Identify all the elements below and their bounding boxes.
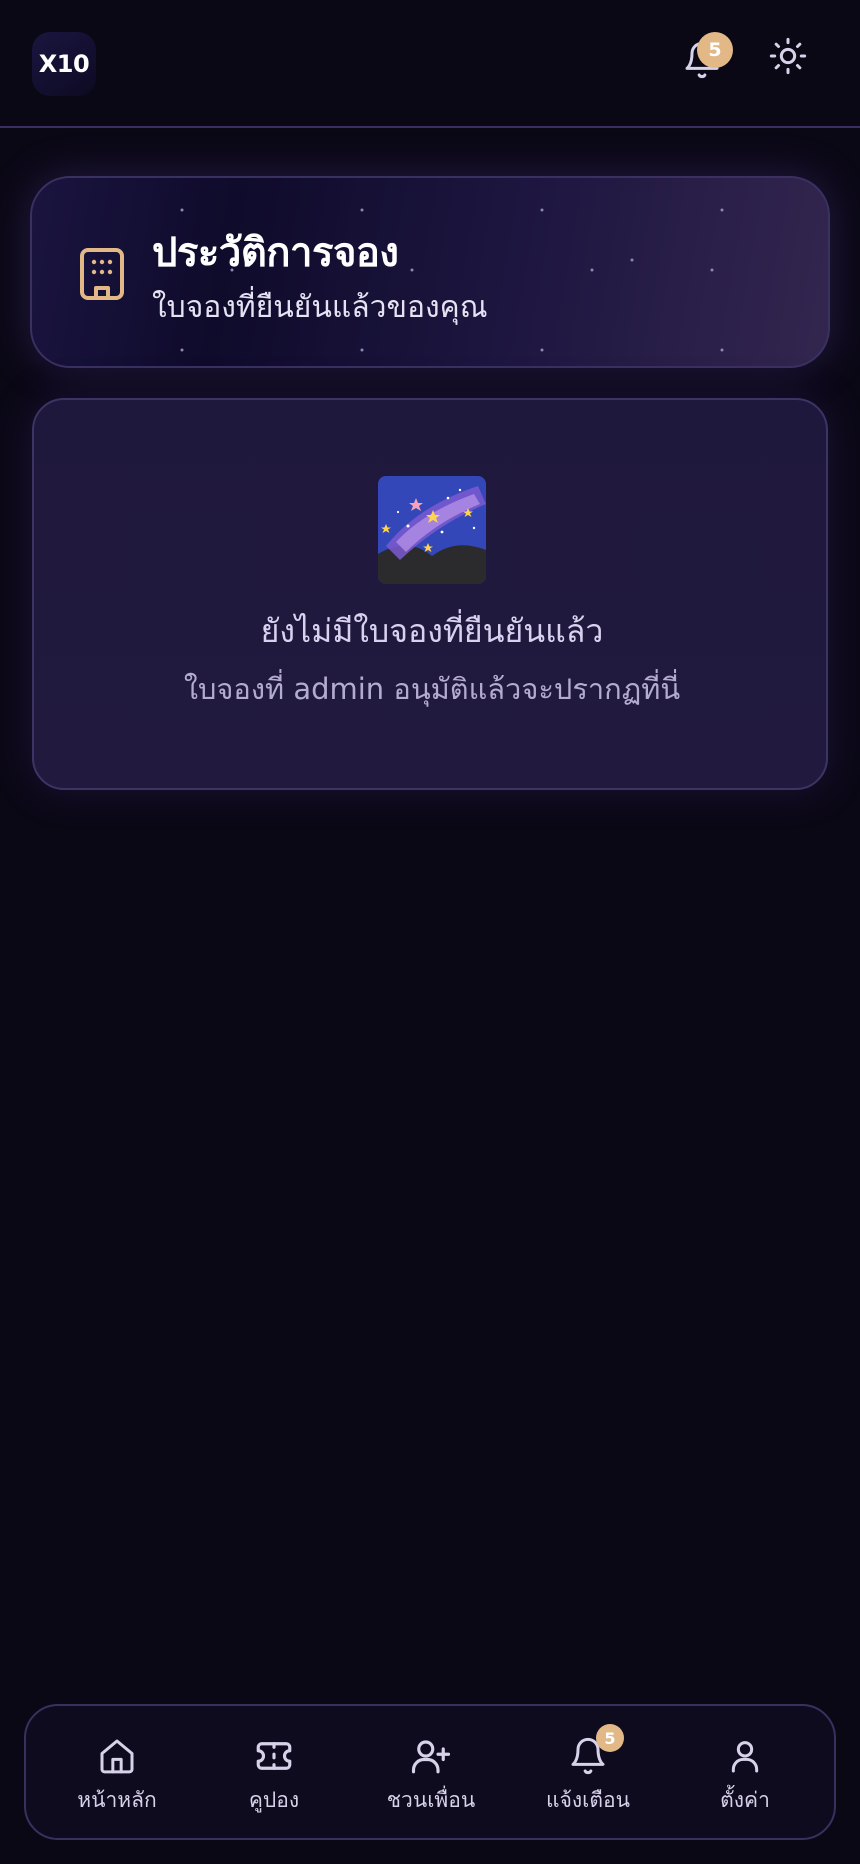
page: X10 5 ประวัติการจอง ใบจองที่ยืนยันแล้วขอ… bbox=[0, 0, 860, 1864]
sun-icon bbox=[769, 37, 807, 75]
nav-notification-badge: 5 bbox=[596, 1724, 624, 1752]
nav-item-coupons[interactable]: คูปอง bbox=[199, 1706, 349, 1842]
nav-item-notifications[interactable]: แจ้งเตือน bbox=[513, 1706, 663, 1842]
nav-label-settings: ตั้งค่า bbox=[720, 1788, 770, 1812]
app-logo-text: X10 bbox=[38, 50, 90, 78]
empty-state-title: ยังไม่มีใบจองที่ยืนยันแล้ว bbox=[260, 612, 604, 650]
theme-toggle-button[interactable] bbox=[764, 32, 812, 80]
nav-label-home: หน้าหลัก bbox=[77, 1788, 157, 1812]
page-title: ประวัติการจอง bbox=[152, 230, 399, 276]
bottom-navigation: หน้าหลัก คูปอง ชวนเพื่อน แจ้งเตือน 5 ตั้… bbox=[24, 1704, 836, 1840]
user-plus-icon bbox=[411, 1740, 451, 1774]
nav-label-coupons: คูปอง bbox=[248, 1788, 300, 1812]
milky-way-image bbox=[378, 476, 486, 584]
page-subtitle: ใบจองที่ยืนยันแล้วของคุณ bbox=[152, 290, 488, 325]
nav-item-settings[interactable]: ตั้งค่า bbox=[670, 1706, 820, 1842]
nav-label-notifications: แจ้งเตือน bbox=[546, 1788, 630, 1812]
app-logo[interactable]: X10 bbox=[32, 32, 96, 96]
nav-item-invite-friends[interactable]: ชวนเพื่อน bbox=[356, 1706, 506, 1842]
empty-state-description: ใบจองที่ admin อนุมัติแล้วจะปรากฏที่นี่ bbox=[183, 672, 681, 706]
ticket-icon bbox=[256, 1742, 292, 1770]
notification-count-badge: 5 bbox=[697, 32, 733, 68]
nav-label-invite-friends: ชวนเพื่อน bbox=[386, 1788, 476, 1812]
home-icon bbox=[100, 1739, 134, 1774]
building-icon bbox=[80, 248, 124, 300]
empty-state-card: ยังไม่มีใบจองที่ยืนยันแล้ว ใบจองที่ admi… bbox=[32, 398, 828, 790]
nav-item-home[interactable]: หน้าหลัก bbox=[42, 1706, 192, 1842]
top-header: X10 5 bbox=[0, 0, 860, 128]
booking-history-card: ประวัติการจอง ใบจองที่ยืนยันแล้วของคุณ bbox=[30, 176, 830, 368]
user-icon bbox=[731, 1741, 759, 1773]
